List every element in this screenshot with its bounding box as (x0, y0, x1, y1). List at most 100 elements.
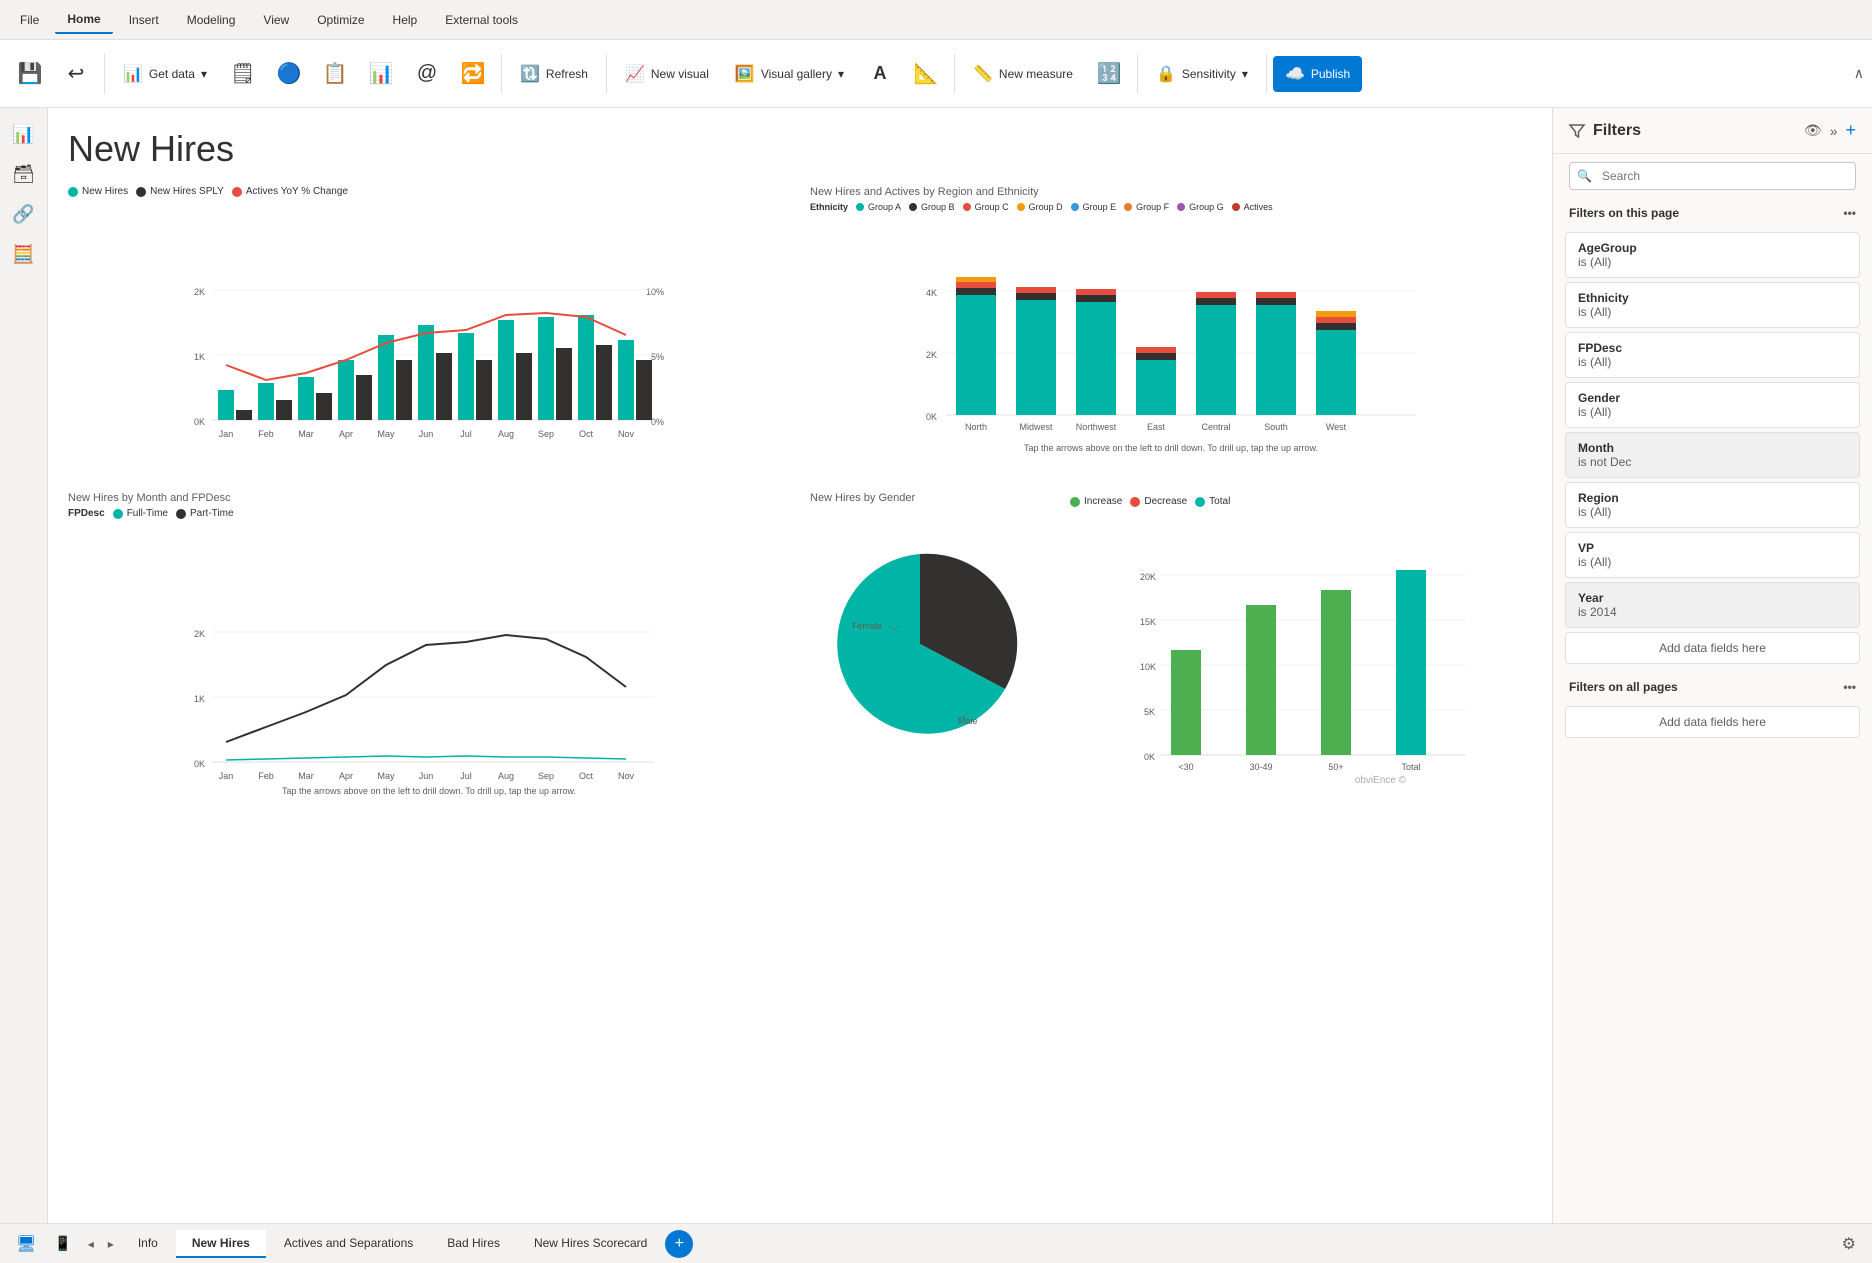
tab-bad-hires[interactable]: Bad Hires (431, 1230, 516, 1258)
legend-group-g-dot (1177, 203, 1185, 211)
menu-file[interactable]: File (8, 7, 51, 33)
ribbon-sensitivity-btn[interactable]: 🔒 Sensitivity ▾ (1144, 56, 1260, 92)
ribbon-new-visual-btn[interactable]: 📈 New visual (613, 56, 721, 92)
menu-home[interactable]: Home (55, 6, 112, 34)
chart5-svg: 0K 5K 10K 15K 20K (1070, 515, 1532, 785)
ribbon-visual-gallery-btn[interactable]: 🖼️ Visual gallery ▾ (723, 56, 856, 92)
svg-text:Sep: Sep (538, 429, 554, 439)
svg-text:1K: 1K (194, 352, 205, 362)
svg-text:Apr: Apr (339, 771, 353, 781)
view-phone-icon[interactable]: 📱 (46, 1231, 79, 1256)
tab-new-hires-scorecard[interactable]: New Hires Scorecard (518, 1230, 663, 1258)
chart-age-group[interactable]: Increase Decrease Total 0K 5K 10K 15K 20… (1070, 492, 1532, 812)
filter-item-region[interactable]: Region is (All) (1565, 482, 1860, 528)
filter-item-agegroup[interactable]: AgeGroup is (All) (1565, 232, 1860, 278)
chart-new-hires-bar[interactable]: New Hires New Hires SPLY Actives YoY % C… (68, 186, 790, 476)
tab-add-btn[interactable]: + (665, 1230, 693, 1258)
ribbon-enter-data-btn[interactable]: 📋 (313, 57, 357, 90)
sidebar-report-icon[interactable]: 📊 (6, 116, 42, 152)
filter-icon (1569, 123, 1585, 139)
svg-text:Feb: Feb (258, 771, 274, 781)
ribbon-new-measure-btn[interactable]: 📏 New measure (961, 56, 1085, 92)
filter-search: 🔍 (1569, 162, 1856, 190)
ribbon-collapse-btn[interactable]: ∧ (1854, 65, 1864, 82)
chart2-ethnicity-label: Ethnicity (810, 202, 848, 212)
menu-help[interactable]: Help (381, 7, 430, 33)
visual-gallery-icon: 🖼️ (735, 64, 755, 84)
tab-next-btn[interactable]: ▸ (102, 1233, 120, 1255)
ribbon-refresh-btn[interactable]: 🔃 Refresh (508, 56, 600, 92)
chart-gender[interactable]: New Hires by Gender Female Male (810, 492, 1050, 812)
tab-new-hires[interactable]: New Hires (176, 1230, 266, 1258)
excel-icon: 🗒 (230, 61, 255, 86)
publish-label: Publish (1311, 67, 1350, 81)
menu-modeling[interactable]: Modeling (175, 7, 248, 33)
ribbon-excel-btn[interactable]: 🗒 (221, 57, 265, 90)
ribbon-mention-btn[interactable]: @ (405, 58, 449, 89)
svg-text:Jun: Jun (419, 771, 434, 781)
filter-item-gender[interactable]: Gender is (All) (1565, 382, 1860, 428)
legend-new-hires-sply-label: New Hires SPLY (150, 186, 224, 197)
filter-page-menu[interactable]: ••• (1843, 206, 1856, 220)
ribbon-table-calc-btn[interactable]: 🔢 (1087, 57, 1131, 90)
chart-fpdesc[interactable]: New Hires by Month and FPDesc FPDesc Ful… (68, 492, 790, 812)
ribbon-undo-btn[interactable]: ↩ (54, 57, 98, 90)
svg-text:Nov: Nov (618, 429, 635, 439)
menu-insert[interactable]: Insert (117, 7, 171, 33)
filter-expand-btn[interactable]: » (1830, 120, 1838, 141)
sidebar-data-icon[interactable]: 🗃 (6, 156, 42, 192)
table-icon: 📊 (369, 61, 394, 86)
svg-text:North: North (965, 422, 987, 432)
tab-actives-separations[interactable]: Actives and Separations (268, 1230, 429, 1258)
ribbon-table-btn[interactable]: 📊 (359, 57, 403, 90)
svg-text:Jul: Jul (460, 429, 472, 439)
filter-item-fpdesc[interactable]: FPDesc is (All) (1565, 332, 1860, 378)
menu-external-tools[interactable]: External tools (433, 7, 530, 33)
settings-icon[interactable]: ⚙ (1834, 1230, 1864, 1258)
tab-info[interactable]: Info (122, 1230, 174, 1258)
ribbon-text-btn[interactable]: A (858, 59, 902, 88)
chart-region-ethnicity[interactable]: New Hires and Actives by Region and Ethn… (810, 186, 1532, 476)
tab-prev-btn[interactable]: ◂ (82, 1233, 100, 1255)
legend-group-a-dot (856, 203, 864, 211)
filter-eye-btn[interactable]: 👁 (1804, 120, 1822, 141)
chart3-legend-title: FPDesc (68, 508, 105, 519)
sidebar-dax-icon[interactable]: 🧮 (6, 236, 42, 272)
ribbon-publish-btn[interactable]: ☁️ Publish (1273, 56, 1362, 92)
ribbon-save-btn[interactable]: 💾 (8, 57, 52, 90)
ribbon-shapes-btn[interactable]: 📐 (904, 57, 948, 90)
chart5-legend: Increase Decrease Total (1070, 496, 1532, 507)
svg-text:5K: 5K (1144, 707, 1155, 717)
svg-text:Jan: Jan (219, 771, 234, 781)
ribbon-sep-1 (104, 54, 105, 94)
sensitivity-arrow: ▾ (1242, 67, 1248, 81)
filter-add-page-fields[interactable]: Add data fields here (1565, 632, 1860, 664)
menu-optimize[interactable]: Optimize (305, 7, 376, 33)
chart3-svg: 0K 1K 2K Jan Feb Mar Apr May Jun (68, 527, 790, 787)
filter-item-vp[interactable]: VP is (All) (1565, 532, 1860, 578)
filter-item-ethnicity[interactable]: Ethnicity is (All) (1565, 282, 1860, 328)
bottom-tabs: 🖥 📱 ◂ ▸ Info New Hires Actives and Separ… (0, 1223, 1872, 1263)
filter-allpages-menu[interactable]: ••• (1843, 680, 1856, 694)
filter-item-month[interactable]: Month is not Dec (1565, 432, 1860, 478)
visual-gallery-arrow: ▾ (838, 67, 844, 81)
ribbon-sql-btn[interactable]: 🔵 (267, 57, 311, 90)
filter-add-btn[interactable]: + (1845, 120, 1856, 141)
svg-text:Jun: Jun (419, 429, 434, 439)
ribbon-get-data-btn[interactable]: 📊 Get data ▾ (111, 56, 219, 92)
ribbon-transform-btn[interactable]: 🔁 (451, 57, 495, 90)
filter-add-all-fields[interactable]: Add data fields here (1565, 706, 1860, 738)
ribbon-sep-2 (501, 54, 502, 94)
legend-group-c-dot (963, 203, 971, 211)
view-report-icon[interactable]: 🖥 (8, 1230, 44, 1258)
menu-view[interactable]: View (251, 7, 301, 33)
filter-item-year[interactable]: Year is 2014 (1565, 582, 1860, 628)
legend-new-hires-sply: New Hires SPLY (136, 186, 224, 197)
filter-search-input[interactable] (1569, 162, 1856, 190)
sidebar-model-icon[interactable]: 🔗 (6, 196, 42, 232)
refresh-label: Refresh (546, 67, 588, 81)
ribbon-sep-4 (954, 54, 955, 94)
svg-text:2K: 2K (926, 350, 937, 360)
svg-text:Mar: Mar (298, 429, 314, 439)
svg-text:10K: 10K (1140, 662, 1156, 672)
